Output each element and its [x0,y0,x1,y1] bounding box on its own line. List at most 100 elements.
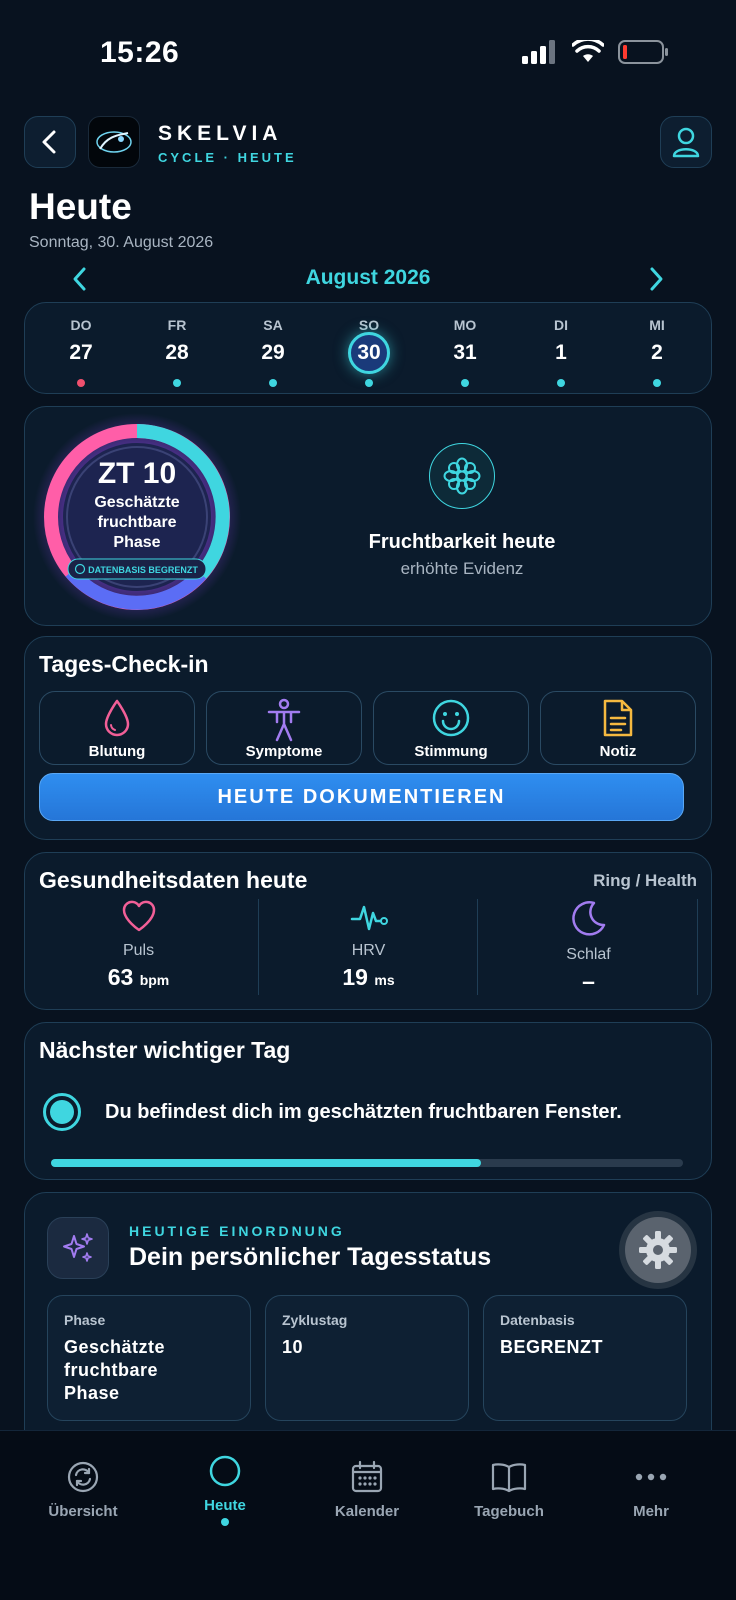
flower-icon [443,457,481,495]
metric-unit: ms [374,972,395,988]
checkin-label: Notiz [599,743,637,760]
metric-label: Puls [122,942,155,959]
tab-more[interactable]: Mehr [586,1457,716,1520]
day-dot [269,379,277,387]
day-abbr: DO [70,317,92,333]
metric-pulse[interactable]: Puls 63 bpm [31,899,246,991]
checkin-mood-button[interactable]: Stimmung [373,691,529,765]
checkin-symptoms-button[interactable]: Symptome [206,691,362,765]
heart-icon [122,900,155,932]
document-today-button[interactable]: HEUTE DOKUMENTIEREN [39,773,684,821]
status-icons [522,40,670,64]
status-card: HEUTIGE EINORDNUNG Dein persönlicher Tag… [24,1192,712,1452]
profile-button[interactable] [660,116,712,168]
day-number: 1 [555,341,567,364]
settings-button[interactable] [625,1217,691,1283]
checkin-label: Blutung [88,743,146,760]
day-abbr: MI [649,317,665,333]
drop-icon [104,699,130,737]
brand-subtitle: CYCLE · HEUTE [158,150,297,165]
next-month-button[interactable] [646,266,666,297]
sparkle-badge [47,1217,109,1279]
next-day-title: Nächster wichtiger Tag [39,1037,291,1063]
cycle-day-label: ZT 10 [98,457,176,490]
day-number: 31 [453,341,477,364]
back-button[interactable] [24,116,76,168]
metric-value: 63 bpm [31,964,246,991]
stat-label: Phase [64,1312,106,1328]
progress-track [51,1159,683,1167]
metric-value: 19 ms [261,964,476,991]
health-source[interactable]: Ring / Health [593,871,697,891]
fertility-title: Fruchtbarkeit heute [368,531,556,553]
metric-number: – [582,968,595,994]
stat-phase: Phase Geschätzte fruchtbare Phase [47,1295,251,1421]
phase-line-1: Geschätzte [94,494,179,511]
note-icon [603,699,633,737]
day-abbr: SO [358,317,380,333]
next-day-message: Du befindest dich im geschätzten fruchtb… [105,1101,622,1123]
health-card: Gesundheitsdaten heute Ring / Health Pul… [24,852,712,1010]
stat-data-basis: Datenbasis BEGRENZT [483,1295,687,1421]
brand-name: SKELVIA [158,122,283,145]
day-number: 30 [357,341,381,364]
tab-label: Mehr [633,1503,669,1520]
status-dot-icon [43,1093,81,1131]
cycle-card[interactable]: ZT 10 Geschätzte fruchtbare Phase DATENB… [24,406,712,626]
checkin-label: Stimmung [414,743,488,760]
metric-sleep[interactable]: Schlaf – [481,899,696,995]
week-strip: DO 27 FR 28 SA 29 SO 30 MO 31 DI 1 MI 2 [24,302,712,394]
signal-icon [522,40,555,64]
tab-label: Heute [204,1497,246,1514]
tab-calendar[interactable]: Kalender [302,1457,432,1520]
day-dot [653,379,661,387]
body-icon [267,698,301,742]
book-icon [491,1463,527,1493]
refresh-icon [67,1461,99,1493]
tab-label: Tagebuch [474,1503,544,1520]
checkin-note-button[interactable]: Notiz [540,691,696,765]
metric-unit: bpm [139,972,170,988]
tab-bar: Übersicht Heute Kalender Tagebuch Mehr [0,1430,736,1600]
stat-cycle-day: Zyklustag 10 [265,1295,469,1421]
user-icon [672,127,700,158]
stat-value: BEGRENZT [500,1337,603,1357]
checkin-bleeding-button[interactable]: Blutung [39,691,195,765]
stat-value: 10 [282,1337,304,1357]
checkin-label: Symptome [245,743,323,760]
metric-label: HRV [351,942,386,959]
page-date: Sonntag, 30. August 2026 [29,234,214,251]
tab-label: Übersicht [48,1503,118,1520]
day-dot [77,379,85,387]
metric-hrv[interactable]: HRV 19 ms [261,899,476,991]
day-number: 27 [69,341,93,364]
phase-line-2: fruchtbare [97,514,176,531]
logo-icon [96,131,132,153]
fertility-subtitle: erhöhte Evidenz [400,559,524,578]
day-number: 28 [165,341,189,364]
checkin-title: Tages-Check-in [39,651,209,677]
metric-label: Schlaf [566,946,611,963]
day-abbr: SA [263,317,283,333]
moon-icon [571,901,605,936]
tab-diary[interactable]: Tagebuch [444,1457,574,1520]
tab-today[interactable]: Heute [160,1451,290,1526]
day-abbr: FR [167,317,187,333]
wifi-icon [572,40,604,62]
active-tab-dot [221,1518,229,1526]
day-dot [461,379,469,387]
divider [477,899,478,995]
sparkle-icon [63,1233,93,1262]
progress-fill [51,1159,481,1167]
metric-number: 19 [342,964,368,990]
chevron-left-icon [42,130,56,154]
cycle-ring: ZT 10 Geschätzte fruchtbare Phase DATENB… [33,413,241,621]
tab-overview[interactable]: Übersicht [18,1457,148,1520]
app-logo [88,116,140,168]
status-eyebrow: HEUTIGE EINORDNUNG [129,1223,345,1239]
divider [258,899,259,995]
stat-value: Geschätzte fruchtbare Phase [64,1337,166,1403]
checkin-card: Tages-Check-in Blutung Symptome Stimmung… [24,636,712,840]
day-number: 2 [651,341,663,364]
pulse-icon [350,905,388,931]
